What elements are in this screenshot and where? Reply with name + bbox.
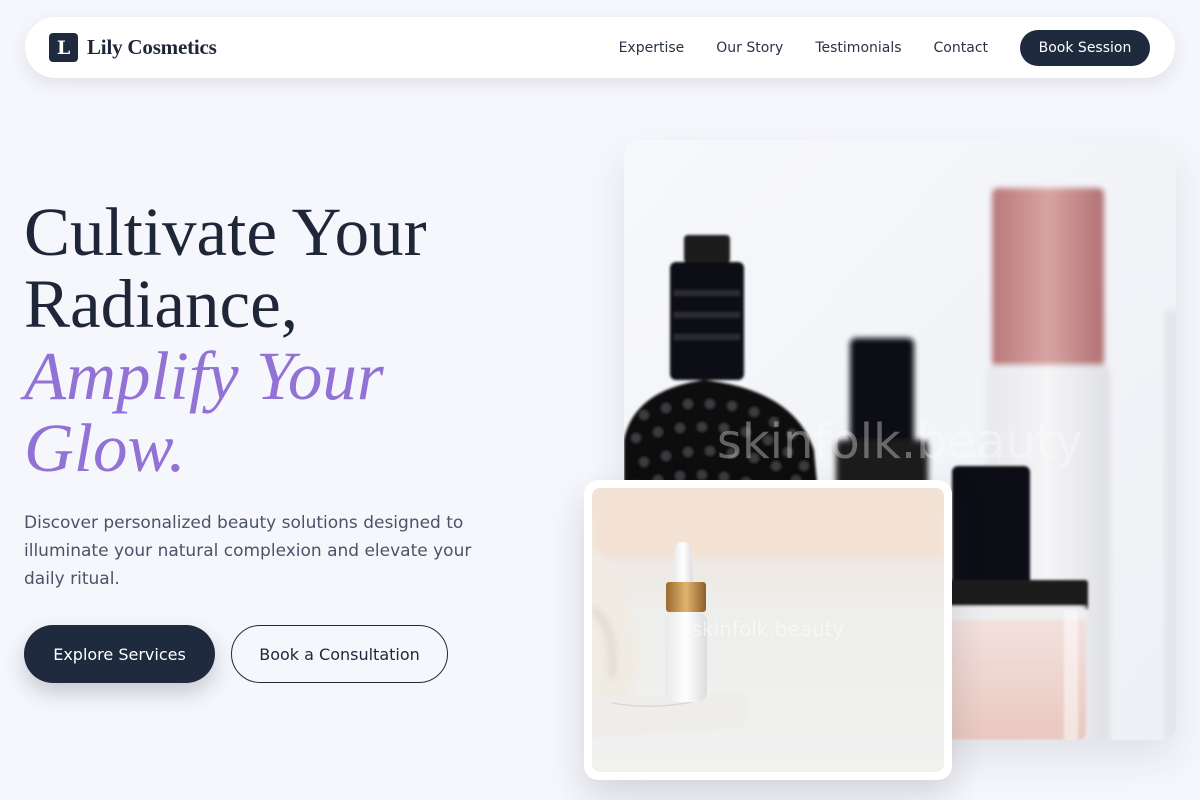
nav-link-contact[interactable]: Contact bbox=[934, 40, 988, 56]
nav-link-expertise[interactable]: Expertise bbox=[619, 40, 685, 56]
secondary-photo-card: skinfolk.beauty bbox=[584, 480, 952, 780]
nav-link-testimonials[interactable]: Testimonials bbox=[815, 40, 901, 56]
explore-services-button[interactable]: Explore Services bbox=[24, 625, 215, 683]
hero-headline: Cultivate Your Radiance, Amplify Your Gl… bbox=[24, 196, 564, 484]
brand-logo[interactable]: L Lily Cosmetics bbox=[49, 33, 217, 62]
headline-line-2: Radiance, bbox=[24, 266, 298, 342]
serum-product-photo: skinfolk.beauty bbox=[592, 488, 944, 772]
book-consultation-button[interactable]: Book a Consultation bbox=[231, 625, 448, 683]
nav-link-our-story[interactable]: Our Story bbox=[716, 40, 783, 56]
headline-accent-line-1: Amplify Your bbox=[24, 338, 384, 414]
small-photo-watermark: skinfolk.beauty bbox=[692, 617, 845, 641]
main-nav: Expertise Our Story Testimonials Contact… bbox=[619, 29, 1150, 66]
headline-accent-line-2: Glow. bbox=[24, 410, 186, 486]
main-photo-watermark: skinfolk.beauty bbox=[717, 414, 1083, 470]
book-session-button[interactable]: Book Session bbox=[1020, 29, 1150, 66]
brand-name: Lily Cosmetics bbox=[87, 35, 217, 59]
hero-description: Discover personalized beauty solutions d… bbox=[24, 513, 472, 589]
navbar: L Lily Cosmetics Expertise Our Story Tes… bbox=[25, 17, 1175, 78]
logo-mark-icon: L bbox=[49, 33, 78, 62]
headline-line-1: Cultivate Your bbox=[24, 194, 427, 270]
